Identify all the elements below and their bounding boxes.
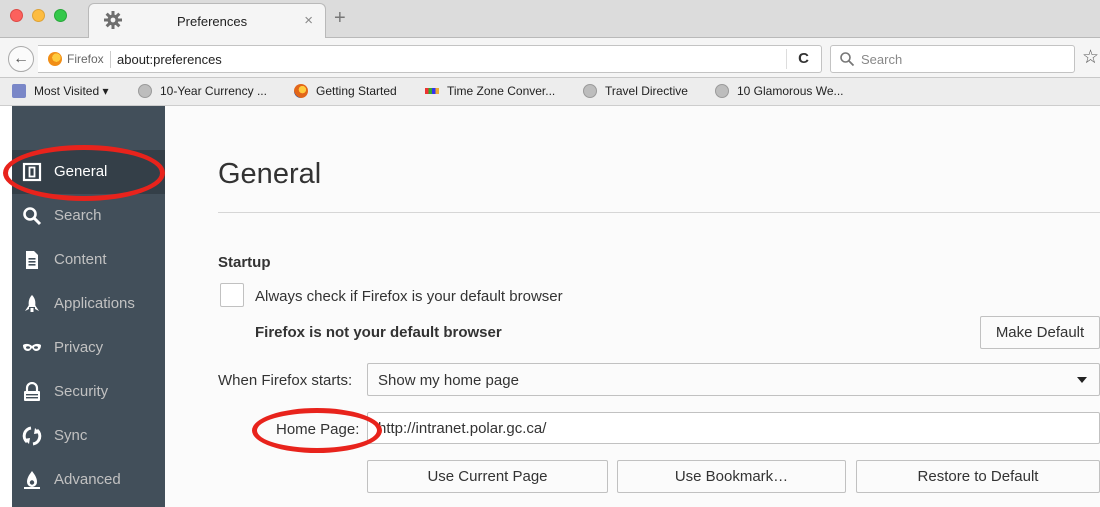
new-tab-button[interactable]: + xyxy=(334,8,346,28)
applications-icon xyxy=(25,295,39,312)
tab-title: Preferences xyxy=(177,14,248,29)
sidebar-item-label: Security xyxy=(54,383,109,400)
startup-heading: Startup xyxy=(218,254,271,271)
home-page-label: Home Page: xyxy=(276,421,360,438)
reload-button[interactable]: C xyxy=(786,49,820,69)
sync-icon xyxy=(22,426,42,446)
globe-icon xyxy=(583,84,597,98)
tab-close-icon[interactable]: × xyxy=(304,12,313,29)
sidebar-item-label: Search xyxy=(54,207,102,224)
page-title: General xyxy=(218,158,322,190)
back-button[interactable]: ← xyxy=(8,46,34,72)
default-browser-checkbox-label[interactable]: Always check if Firefox is your default … xyxy=(255,288,563,305)
sidebar-item-label: Privacy xyxy=(54,339,104,356)
bookmark-label: Time Zone Conver... xyxy=(447,84,556,98)
url-text[interactable]: about:preferences xyxy=(117,52,222,67)
bookmarks-toolbar: Most Visited ▾ 10-Year Currency ... Gett… xyxy=(0,78,1100,106)
bookmark-label: 10-Year Currency ... xyxy=(160,84,267,98)
privacy-mask-icon xyxy=(23,343,41,351)
sidebar-item-label: Applications xyxy=(54,295,135,312)
not-default-status: Firefox is not your default browser xyxy=(255,324,502,341)
when-starts-label: When Firefox starts: xyxy=(218,372,353,389)
sidebar-item-label: Content xyxy=(54,251,107,268)
content-icon xyxy=(26,251,38,269)
navigation-toolbar: ← Firefox about:preferences C ☆ xyxy=(0,38,1100,78)
globe-icon xyxy=(138,84,152,98)
tab-preferences[interactable]: Preferences × xyxy=(88,3,326,39)
default-browser-checkbox[interactable] xyxy=(220,283,244,307)
security-lock-icon xyxy=(24,382,40,401)
startup-behavior-select[interactable]: Show my home page xyxy=(367,363,1100,396)
sidebar-item-label: General xyxy=(54,163,108,180)
bookmark-item[interactable]: Time Zone Conver... xyxy=(425,84,555,98)
bookmark-item[interactable]: Travel Directive xyxy=(583,84,688,98)
window-maximize-button[interactable] xyxy=(54,9,67,22)
window-close-button[interactable] xyxy=(10,9,23,22)
url-separator xyxy=(110,51,111,68)
use-current-page-button[interactable]: Use Current Page xyxy=(367,460,608,493)
search-icon xyxy=(23,207,42,226)
firefox-identity-icon xyxy=(48,52,62,66)
preferences-content: General Startup Always check if Firefox … xyxy=(165,106,1100,507)
preferences-sidebar: General Search Content Applications Priv… xyxy=(12,106,165,507)
sidebar-item-label: Sync xyxy=(54,427,88,444)
sidebar-item-content[interactable]: Content xyxy=(12,238,165,282)
bookmark-label: Travel Directive xyxy=(605,84,688,98)
gear-icon xyxy=(104,11,122,29)
use-bookmark-button[interactable]: Use Bookmark… xyxy=(617,460,846,493)
bookmark-most-visited[interactable]: Most Visited ▾ xyxy=(12,84,109,98)
startup-behavior-value: Show my home page xyxy=(378,372,519,389)
sidebar-item-label: Advanced xyxy=(54,471,121,488)
sidebar-item-applications[interactable]: Applications xyxy=(12,282,165,326)
folder-icon xyxy=(12,84,26,98)
window-minimize-button[interactable] xyxy=(32,9,45,22)
bookmark-label: Most Visited ▾ xyxy=(34,84,109,98)
general-icon xyxy=(22,162,42,182)
title-divider xyxy=(218,212,1100,213)
sidebar-item-security[interactable]: Security xyxy=(12,370,165,414)
search-icon xyxy=(840,52,855,67)
sidebar-item-sync[interactable]: Sync xyxy=(12,414,165,458)
restore-to-default-button[interactable]: Restore to Default xyxy=(856,460,1100,493)
identity-label: Firefox xyxy=(67,52,104,66)
firefox-icon xyxy=(294,84,308,98)
tab-strip: Preferences × + xyxy=(0,0,1100,39)
timezone-icon xyxy=(425,88,439,94)
sidebar-item-privacy[interactable]: Privacy xyxy=(12,326,165,370)
url-bar[interactable]: Firefox about:preferences C xyxy=(38,45,822,73)
advanced-icon xyxy=(24,471,40,489)
make-default-button[interactable]: Make Default xyxy=(980,316,1100,349)
bookmark-label: Getting Started xyxy=(316,84,397,98)
bookmark-label: 10 Glamorous We... xyxy=(737,84,844,98)
sidebar-item-advanced[interactable]: Advanced xyxy=(12,458,165,502)
search-input[interactable] xyxy=(861,49,1061,69)
sidebar-item-general[interactable]: General xyxy=(12,150,165,194)
sidebar-item-search[interactable]: Search xyxy=(12,194,165,238)
bookmark-item[interactable]: 10 Glamorous We... xyxy=(715,84,844,98)
chevron-down-icon xyxy=(1077,377,1087,383)
globe-icon xyxy=(715,84,729,98)
bookmark-item[interactable]: Getting Started xyxy=(294,84,397,98)
bookmark-star-icon[interactable]: ☆ xyxy=(1082,46,1099,69)
search-bar[interactable] xyxy=(830,45,1075,73)
bookmark-item[interactable]: 10-Year Currency ... xyxy=(138,84,267,98)
home-page-input[interactable] xyxy=(367,412,1100,444)
